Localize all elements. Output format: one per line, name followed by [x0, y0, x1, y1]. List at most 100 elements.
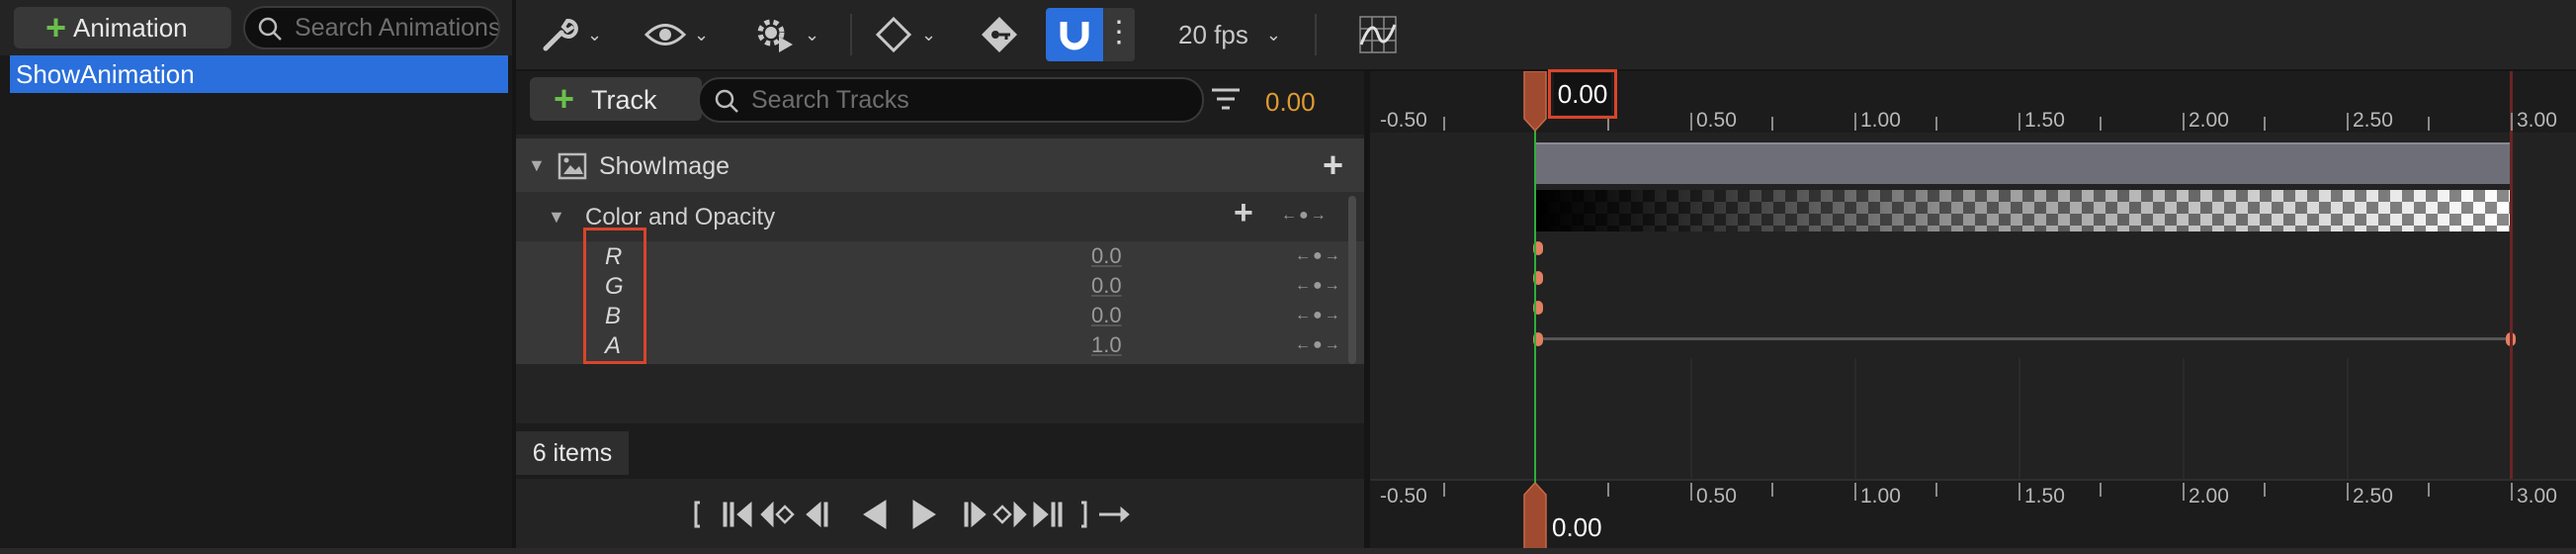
add-track-button[interactable]: + Track: [530, 77, 702, 121]
ruler-label: 0.50: [1696, 109, 1737, 132]
snap-options-button[interactable]: ⋮: [1103, 8, 1135, 61]
playhead-handle-top[interactable]: [1522, 71, 1548, 133]
eye-icon: [644, 24, 686, 46]
diamond-icon: [875, 16, 912, 53]
ruler-label: 2.00: [2189, 109, 2229, 132]
ruler-tick: [1690, 483, 1692, 501]
key-navigation-icon[interactable]: ←●→: [1295, 336, 1342, 354]
add-animation-button[interactable]: + Animation: [14, 7, 231, 48]
widget-track-row[interactable]: ▼ ShowImage +: [516, 138, 1364, 192]
expand-arrow-icon[interactable]: ▼: [528, 155, 546, 176]
image-widget-icon: [558, 152, 587, 180]
step-forward-icon: [964, 501, 987, 528]
channel-labels-highlight: [583, 228, 646, 364]
curve-editor-button[interactable]: [1358, 0, 1398, 69]
key-diamond-icon: [982, 17, 1017, 52]
channel-value[interactable]: 0.0: [1091, 243, 1122, 269]
previous-frame-icon: [723, 501, 752, 528]
ruler-label: 2.00: [2189, 485, 2229, 508]
auto-key-button[interactable]: [979, 0, 1020, 69]
next-key-icon: [992, 501, 1027, 528]
ruler-label: 1.00: [1860, 109, 1901, 132]
plus-icon: +: [554, 78, 575, 119]
ruler-tick: [1607, 117, 1609, 131]
chevron-down-icon: ⌄: [587, 24, 603, 45]
chevron-down-icon: ⌄: [805, 24, 820, 45]
grid-line: [2183, 358, 2185, 479]
toolbar-divider: [1315, 14, 1317, 55]
expand-arrow-icon[interactable]: ▼: [548, 207, 565, 228]
key-navigation-icon[interactable]: ←●→: [1295, 247, 1342, 265]
ruler-label: 3.00: [2517, 109, 2557, 132]
framerate-value: 20 fps: [1178, 19, 1248, 49]
widget-section-bar[interactable]: [1536, 142, 2511, 184]
track-lanes: [1370, 133, 2576, 479]
play-icon: [912, 500, 936, 529]
key-navigation-icon[interactable]: ←●→: [1295, 277, 1342, 295]
ruler-tick: [2018, 483, 2020, 501]
add-track-label: Track: [591, 85, 657, 115]
ruler-tick: [1690, 113, 1692, 131]
ruler-tick: [2018, 113, 2020, 131]
ruler-tick: [2100, 483, 2102, 497]
add-key-button[interactable]: +: [1234, 194, 1253, 232]
ruler-tick: [1935, 117, 1937, 131]
animations-panel: + Animation Search Animations ShowAnimat…: [0, 0, 512, 554]
jump-to-end-icon: [1081, 501, 1087, 528]
add-animation-label: Animation: [73, 12, 188, 43]
filter-button[interactable]: [1210, 85, 1242, 118]
track-search-input[interactable]: Search Tracks: [698, 77, 1204, 123]
ruler-tick: [1935, 483, 1937, 497]
tools-menu-button[interactable]: ⌄: [540, 0, 602, 69]
channel-value[interactable]: 0.0: [1091, 303, 1122, 328]
ruler-tick: [2264, 483, 2266, 497]
add-property-button[interactable]: +: [1323, 144, 1343, 186]
ruler-tick: [1854, 483, 1856, 501]
transport-controls: [516, 479, 1364, 552]
view-options-button[interactable]: ⌄: [644, 0, 709, 69]
chevron-down-icon: ⌄: [921, 24, 937, 45]
search-icon: [715, 89, 738, 113]
animation-name: ShowAnimation: [16, 59, 195, 89]
ruler-label: 1.50: [2024, 485, 2065, 508]
channel-a-curve-line: [1536, 337, 2511, 340]
key-options-button[interactable]: ⌄: [874, 0, 936, 69]
animation-search-placeholder: Search Animations: [295, 13, 500, 42]
items-count: 6 items: [516, 431, 629, 475]
chevron-down-icon: ⌄: [1265, 24, 1281, 45]
ruler-tick: [2511, 483, 2513, 501]
playback-options-button[interactable]: ⌄: [753, 0, 819, 69]
framerate-dropdown[interactable]: 20 fps ⌄: [1178, 0, 1281, 69]
ruler-label: 1.00: [1860, 485, 1901, 508]
current-time-value[interactable]: 0.00: [1265, 87, 1316, 118]
animation-list-item[interactable]: ShowAnimation: [10, 55, 508, 93]
ruler-tick: [2428, 117, 2430, 131]
playhead-line: [1534, 71, 1536, 552]
key-navigation-icon[interactable]: ←●→: [1295, 307, 1342, 324]
channel-value[interactable]: 0.0: [1091, 273, 1122, 299]
outliner-scrollbar[interactable]: [1348, 196, 1356, 364]
channel-value[interactable]: 1.0: [1091, 332, 1122, 358]
ruler-tick: [2511, 113, 2513, 131]
filter-icon: [1212, 88, 1240, 110]
bottom-edge: [0, 548, 2576, 554]
widget-track-label: ShowImage: [599, 152, 730, 180]
animations-toolbar: + Animation Search Animations: [0, 0, 512, 55]
gear-play-icon: [757, 19, 793, 52]
search-icon: [258, 17, 282, 41]
playhead-time-label-bottom: 0.00: [1552, 512, 1602, 542]
toolbar-divider: [850, 14, 852, 55]
time-ruler-bottom[interactable]: [1370, 479, 2576, 554]
playhead-handle-bottom[interactable]: [1522, 483, 1548, 552]
ruler-label: 1.50: [2024, 109, 2065, 132]
animation-search-input[interactable]: Search Animations: [243, 6, 500, 49]
plus-icon: +: [45, 7, 67, 47]
track-search-placeholder: Search Tracks: [751, 85, 909, 114]
more-vertical-icon: ⋮: [1104, 16, 1134, 48]
loop-icon: [1099, 506, 1130, 523]
color-opacity-gradient-bar[interactable]: [1536, 190, 2511, 231]
key-navigation-icon[interactable]: ←●→: [1281, 207, 1329, 225]
snap-toggle-button[interactable]: [1046, 8, 1103, 61]
ruler-tick: [2183, 113, 2185, 131]
playhead-time-highlight: [1548, 69, 1617, 119]
